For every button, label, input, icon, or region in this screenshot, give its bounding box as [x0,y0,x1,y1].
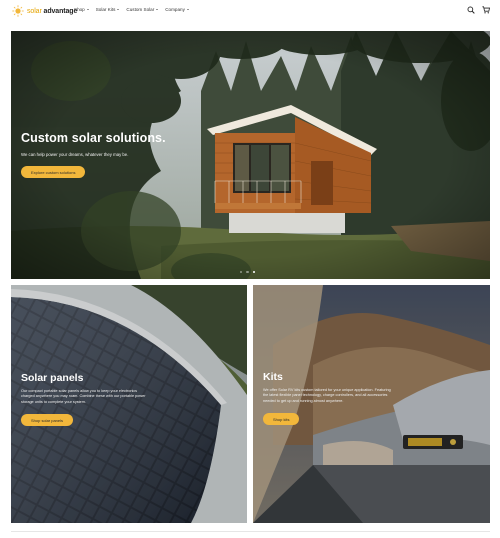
sun-logo-icon [12,5,24,17]
hero-content: Custom solar solutions. We can help powe… [21,131,166,179]
carousel-dot[interactable] [246,271,249,274]
nav-item-shop[interactable]: Shop [74,7,89,12]
kits-content: Kits We offer Solar RV kits custom tailo… [263,371,391,426]
nav-item-company[interactable]: Company [165,7,189,12]
kits-description: We offer Solar RV kits custom tailored f… [263,388,391,403]
search-icon[interactable] [467,6,475,14]
solar-panels-content: Solar panels Our compact portable solar … [21,372,151,427]
carousel-dot-active[interactable] [252,271,256,274]
solar-panels-description: Our compact portable solar panels allow … [21,389,146,404]
divider [11,531,490,532]
hero-subtitle: We can help power your dreams, whatever … [21,152,129,157]
kits-card: Kits We offer Solar RV kits custom tailo… [253,285,490,523]
chevron-down-icon [186,9,189,10]
brand-name: solar advantage [27,7,78,15]
site-header: solar advantage Shop Solar Kits Custom S… [0,0,500,22]
chevron-down-icon [156,9,159,10]
solar-panels-card: Solar panels Our compact portable solar … [11,285,247,523]
logo[interactable]: solar advantage [12,4,77,18]
main-nav: Shop Solar Kits Custom Solar Company [74,7,189,12]
chevron-down-icon [117,9,120,10]
shop-kits-button[interactable]: Shop kits [263,413,300,426]
header-actions [467,6,490,14]
nav-item-solar-kits[interactable]: Solar Kits [96,7,120,12]
carousel-dot[interactable] [240,271,243,274]
chevron-down-icon [86,9,89,10]
carousel-dots [240,271,256,274]
kits-title: Kits [263,371,283,383]
cart-icon[interactable] [482,6,490,14]
explore-custom-solutions-button[interactable]: Explore custom solutions [21,166,86,178]
nav-item-custom-solar[interactable]: Custom Solar [126,7,159,12]
hero-banner: Custom solar solutions. We can help powe… [11,31,490,279]
hero-title: Custom solar solutions. [21,131,166,145]
shop-solar-panels-button[interactable]: Shop solar panels [21,414,74,427]
solar-panels-title: Solar panels [21,372,84,384]
